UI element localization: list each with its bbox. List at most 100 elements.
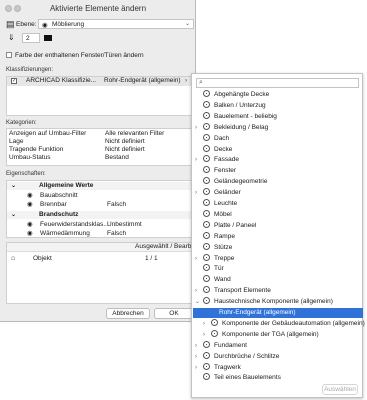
object-icon: ⌂ (11, 255, 16, 262)
tree-item-label: Tragwerk (214, 363, 241, 371)
category-name: Tragende Funktion (9, 146, 64, 153)
tree-item[interactable]: Bauelement - beliebig (194, 111, 362, 122)
search-icon: ⌕ (199, 79, 203, 86)
classification-icon (203, 111, 210, 119)
visibility-eye-icon: ◉ (27, 221, 33, 228)
classification-icon (203, 199, 210, 206)
edit-selection-dialog: Aktivierte Elemente ändern ▤ Ebene: ◉ Mö… (0, 0, 202, 322)
tree-item[interactable]: Möbel (194, 209, 362, 220)
tree-item[interactable]: › Transport Elemente (194, 286, 362, 296)
layer-dropdown[interactable]: ◉ Möblierung ⌄ (38, 19, 194, 29)
search-input[interactable]: ⌕ (196, 78, 359, 88)
tree-item-label: Decke (214, 145, 233, 153)
tree-item-label: Stütze (214, 243, 233, 251)
tree-item[interactable]: Wand (194, 275, 362, 285)
property-name: Bauabschnitt (40, 192, 78, 199)
property-group-label: Brandschutz (39, 211, 79, 218)
tree-item[interactable]: Dach (194, 133, 362, 144)
classification-icon (203, 231, 210, 239)
tree-item-label: Rohr-Endgerät (allgemein) (219, 309, 296, 316)
category-value[interactable]: Bestand (105, 154, 129, 162)
tree-item[interactable]: Fenster (194, 166, 362, 176)
disclosure-icon: ⌄ (11, 212, 17, 218)
tree-item[interactable]: › Bekleidung / Belag (194, 122, 362, 133)
chevron-right-icon[interactable]: › (203, 319, 211, 329)
chevron-right-icon[interactable]: › (195, 254, 203, 264)
tree-item[interactable]: Rohr-Endgerät (allgemein) (193, 308, 363, 318)
tree-item-label: Fundament (214, 341, 247, 349)
categories-panel: Anzeigen auf Umbau-Filter Alle relevante… (6, 128, 194, 166)
select-button[interactable]: Auswählen (322, 384, 358, 395)
tree-item[interactable]: ⌄ Haustechnische Komponente (allgemein) (194, 297, 362, 307)
category-value[interactable]: Nicht definiert (105, 146, 145, 154)
classification-icon (203, 166, 210, 174)
tree-item[interactable]: Tür (194, 264, 362, 274)
category-value[interactable]: Alle relevanten Filter (105, 130, 164, 138)
tree-item[interactable]: Geländegeometrie (194, 177, 362, 187)
classification-icon (211, 329, 218, 337)
ok-button[interactable]: OK (154, 308, 194, 319)
tree-item[interactable]: Platte / Paneel (194, 220, 362, 231)
pen-color-swatch[interactable] (44, 35, 52, 41)
selection-header-row: Ausgewählt / Bearbeitb (7, 243, 202, 252)
tree-item-label: Durchbrüche / Schlitze (214, 352, 280, 360)
tree-item[interactable]: Balken / Unterzug (194, 100, 362, 111)
tree-item[interactable]: › Fassade (194, 155, 362, 165)
layer-label: Ebene: (16, 21, 37, 28)
chevron-right-icon[interactable]: › (195, 363, 203, 373)
tree-item[interactable]: › Komponente der Gebäudeautomation (allge… (194, 318, 365, 329)
category-name: Lage (9, 138, 24, 145)
classification-icon (203, 220, 210, 228)
tree-item[interactable]: › Treppe (194, 253, 362, 264)
tree-item[interactable]: › Geländer (194, 188, 362, 198)
property-row[interactable]: ◉ Feuerwiderstandsklas... Unbestimmt (7, 221, 193, 229)
pen-number-field[interactable]: 2 (22, 33, 40, 43)
classification-icon (203, 340, 210, 348)
tree-item-label: Haustechnische Komponente (allgemein) (214, 298, 333, 306)
chevron-right-icon[interactable]: › (195, 155, 203, 165)
tree-item-label: Platte / Paneel (214, 221, 257, 229)
tree-item[interactable]: Decke (194, 144, 362, 155)
classification-value: Rohr-Endgerät (allgemein) (104, 77, 181, 84)
classification-icon (203, 122, 210, 130)
chevron-right-icon[interactable]: › (195, 341, 203, 351)
classification-icon (203, 297, 210, 305)
tree-item[interactable]: Teil eines Bauelements (194, 373, 362, 383)
tree-item[interactable]: › Tragwerk (194, 362, 362, 373)
classification-icon (203, 362, 210, 370)
visibility-eye-icon: ◉ (42, 22, 48, 29)
selection-row[interactable]: ⌂ Objekt 1 / 1 (7, 255, 193, 263)
cancel-button[interactable]: Abbrechen (106, 308, 150, 319)
classification-icon (203, 253, 210, 261)
property-group-row[interactable]: ⌄ Brandschutz (7, 211, 193, 219)
property-row[interactable]: ◉ Wärmedämmung Falsch (7, 230, 193, 237)
chevron-down-icon[interactable]: ⌄ (195, 297, 203, 307)
tree-item[interactable]: Rampe (194, 231, 362, 242)
chevron-right-icon[interactable]: › (195, 188, 203, 198)
chevron-right-icon[interactable]: › (203, 330, 211, 340)
property-name: Feuerwiderstandsklas... (40, 221, 109, 228)
tree-item-label: Komponente der TGA (allgemein) (222, 330, 319, 338)
chevron-right-icon[interactable]: › (195, 123, 203, 133)
fenster-color-checkbox[interactable] (6, 52, 12, 58)
property-row[interactable]: ◉ Bauabschnitt (7, 192, 193, 200)
property-group-row[interactable]: ⌄ Allgemeine Werte (7, 182, 193, 190)
chevron-right-icon[interactable]: › (195, 286, 203, 296)
tree-item-label: Balken / Unterzug (214, 101, 266, 109)
category-name: Anzeigen auf Umbau-Filter (9, 130, 87, 137)
tree-item[interactable]: › Komponente der TGA (allgemein) (194, 329, 362, 340)
tree-item[interactable]: Abgehängte Decke (194, 90, 362, 100)
category-value[interactable]: Nicht definiert (105, 138, 145, 146)
tree-item[interactable]: Leuchte (194, 199, 362, 209)
tree-item[interactable]: › Fundament (194, 340, 362, 351)
tree-item-label: Geländer (214, 189, 241, 197)
chevron-right-icon[interactable]: › (195, 352, 203, 362)
classification-row[interactable]: ✓ ARCHICAD Klassifizie... Rohr-Endgerät … (7, 77, 193, 86)
tree-item[interactable]: Stütze (194, 242, 362, 253)
tree-item-label: Bauelement - beliebig (214, 112, 277, 120)
classification-icon (203, 100, 210, 108)
layer-icon: ▤ (6, 19, 15, 29)
property-row[interactable]: ◉ Brennbar Falsch (7, 201, 193, 209)
classification-checkbox[interactable]: ✓ (11, 78, 17, 84)
tree-item[interactable]: › Durchbrüche / Schlitze (194, 351, 362, 362)
